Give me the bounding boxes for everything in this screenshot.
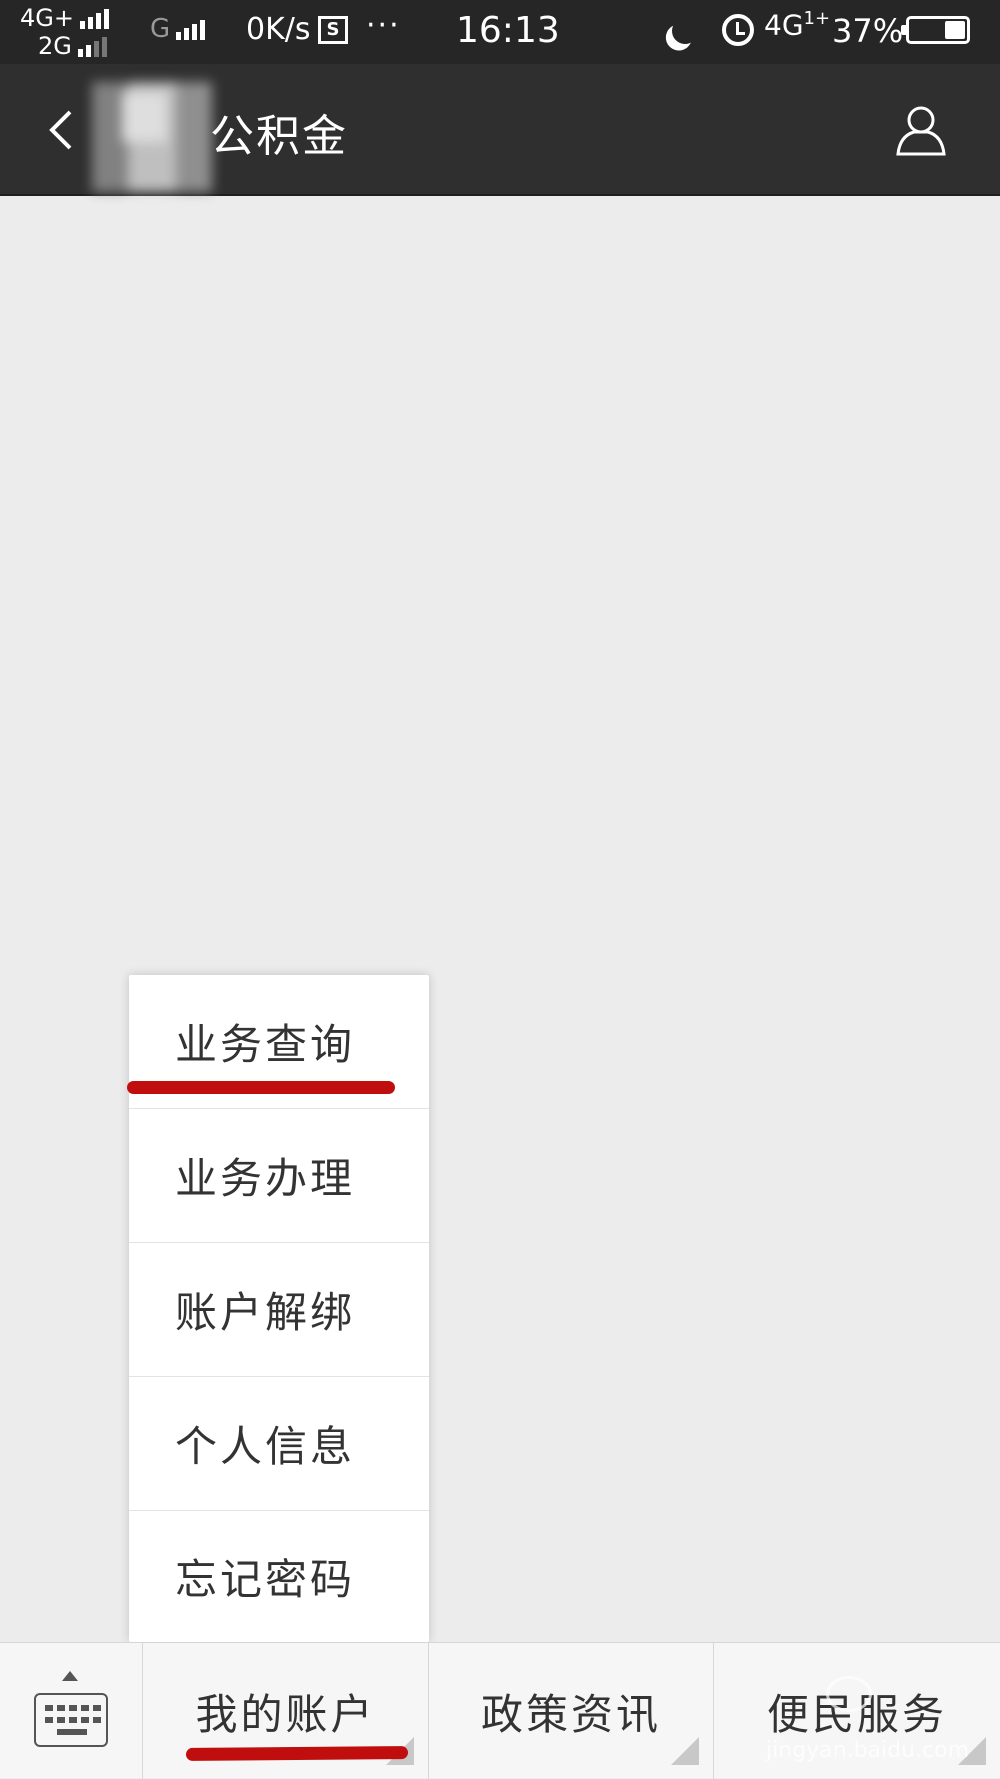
watermark: jingyan.baidu.com [766, 1676, 970, 1766]
battery-percent: 37% [832, 12, 904, 50]
tab-policy-news[interactable]: 政策资讯 [429, 1643, 714, 1779]
network-type-right: 4G1+ [764, 8, 830, 41]
avatar [92, 82, 212, 192]
keyboard-toggle-button[interactable] [0, 1643, 143, 1779]
menu-item-label: 忘记密码 [175, 1555, 356, 1604]
network-type-1: 4G+ [20, 4, 74, 32]
battery-icon [901, 16, 970, 44]
menu-item-personal-info[interactable]: 个人信息 [129, 1377, 429, 1511]
network-type-right-label: 4G [764, 8, 804, 42]
menu-item-forgot-password[interactable]: 忘记密码 [129, 1511, 429, 1642]
signal-icon [79, 7, 109, 29]
menu-item-account-unbind[interactable]: 账户解绑 [129, 1243, 429, 1377]
menu-item-label: 业务查询 [175, 1020, 356, 1069]
submenu-indicator-icon [671, 1737, 699, 1765]
moon-icon [668, 14, 701, 47]
status-bar: 4G+ 2G G 0K/s S ··· 16:13 4G1+ 37% [0, 0, 1000, 64]
paw-icon [826, 1676, 872, 1712]
screenshot-icon: S [318, 16, 348, 44]
network-type-2: 2G [38, 32, 72, 60]
signal-icon [176, 18, 206, 40]
tab-label: 我的账户 [195, 1689, 376, 1739]
network-type-3: G [150, 14, 171, 44]
alarm-icon [722, 14, 754, 46]
network-type-right-sup: 1+ [803, 8, 831, 29]
title-bar: 公积金 [0, 64, 1000, 196]
tab-label: 政策资讯 [480, 1689, 661, 1739]
menu-item-business-handle[interactable]: 业务办理 [129, 1109, 429, 1243]
watermark-text: jingyan.baidu.com [766, 1738, 970, 1763]
annotation-underline [127, 1081, 395, 1094]
user-icon[interactable] [894, 104, 948, 158]
menu-item-label: 个人信息 [175, 1422, 356, 1471]
network-speed: 0K/s [246, 12, 311, 47]
account-popup-menu: 业务查询 业务办理 账户解绑 个人信息 忘记密码 [129, 975, 429, 1642]
more-icon: ··· [366, 8, 401, 43]
network-g: G [150, 14, 206, 44]
chevron-left-icon[interactable] [40, 108, 84, 152]
clock: 16:13 [456, 10, 560, 51]
signal-icon [77, 35, 107, 57]
network-indicator: 4G+ 2G [20, 4, 109, 60]
menu-item-label: 业务办理 [175, 1154, 356, 1203]
page-title: 公积金 [210, 111, 348, 162]
annotation-underline [185, 1746, 409, 1761]
chevron-up-icon [62, 1671, 78, 1681]
menu-item-label: 账户解绑 [175, 1288, 356, 1337]
keyboard-icon [34, 1693, 108, 1747]
